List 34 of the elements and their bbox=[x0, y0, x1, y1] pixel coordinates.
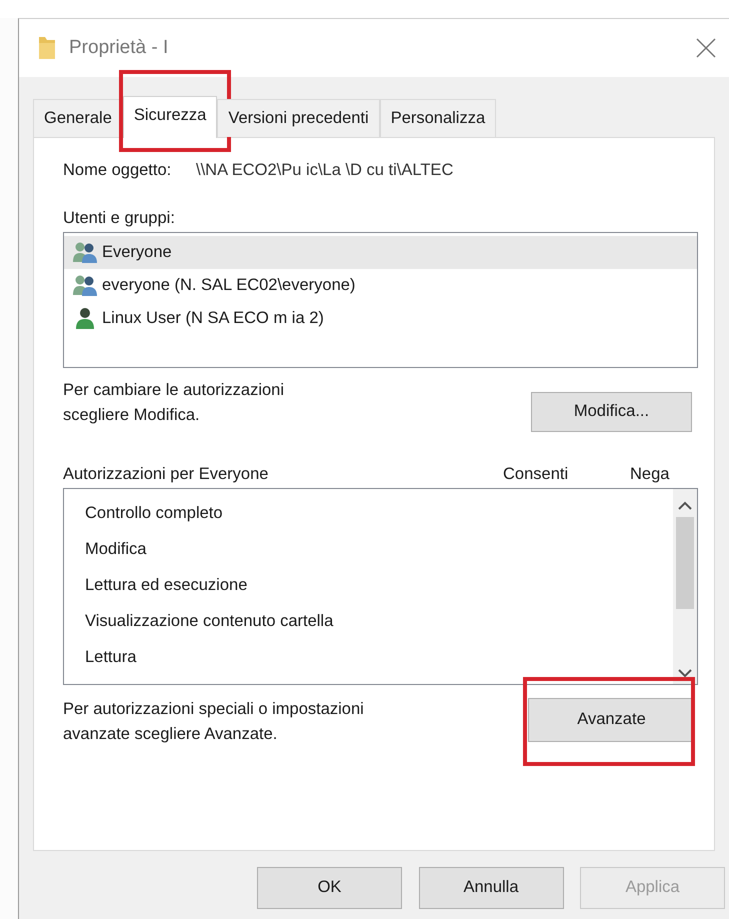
user-name: Linux User (N SA ECO m ia 2) bbox=[102, 308, 324, 329]
permission-name: Modifica bbox=[85, 538, 146, 560]
permission-name: Visualizzazione contenuto cartella bbox=[85, 610, 334, 632]
section-label: Utenti e gruppi: bbox=[63, 208, 176, 229]
tab[interactable]: Versioni precedenti bbox=[217, 99, 380, 137]
advanced-hint-text: Per autorizzazioni speciali o impostazioni avanzate scegliere Avanzate. bbox=[63, 698, 364, 745]
tab[interactable]: Personalizza bbox=[380, 99, 496, 137]
window-title: Proprietà - I bbox=[69, 36, 170, 60]
field-label: Nome oggetto: bbox=[63, 160, 172, 182]
column-header: Consenti bbox=[503, 464, 570, 485]
close-icon[interactable] bbox=[695, 37, 717, 59]
scroll-up-icon[interactable] bbox=[678, 500, 692, 511]
change-hint-text: Per cambiare le autorizzazioni scegliere Modifica. bbox=[63, 380, 284, 426]
list-item[interactable]: Everyone bbox=[64, 236, 697, 269]
folder-icon bbox=[37, 35, 57, 61]
section-label: Autorizzazioni per Everyone bbox=[63, 464, 270, 485]
scrollbar-thumb[interactable] bbox=[676, 516, 694, 609]
permission-name: Controllo completo bbox=[85, 502, 223, 524]
scroll-down-icon[interactable] bbox=[678, 668, 692, 678]
users-icon bbox=[72, 241, 98, 264]
list-item[interactable]: everyone (N. SAL EC02\everyone) bbox=[64, 268, 697, 302]
users-icon bbox=[72, 274, 98, 296]
edit-button[interactable]: Modifica... bbox=[531, 392, 692, 432]
list-item[interactable]: Linux User (N SA ECO m ia 2) bbox=[64, 302, 697, 335]
object-path: \\NA ECO2\Pu ic\La \D cu ti\ALTEC bbox=[196, 160, 454, 182]
user-name: everyone (N. SAL EC02\everyone) bbox=[102, 274, 356, 296]
column-header: Nega bbox=[630, 464, 670, 485]
tab[interactable]: Sicurezza bbox=[122, 96, 218, 138]
permission-name: Lettura ed esecuzione bbox=[85, 574, 248, 596]
permission-name: Lettura bbox=[85, 646, 136, 668]
dialog-button[interactable]: Annulla bbox=[418, 866, 564, 909]
dialog-button[interactable]: OK bbox=[257, 866, 402, 909]
user-name: Everyone bbox=[102, 242, 172, 263]
scrollbar[interactable] bbox=[673, 488, 697, 684]
